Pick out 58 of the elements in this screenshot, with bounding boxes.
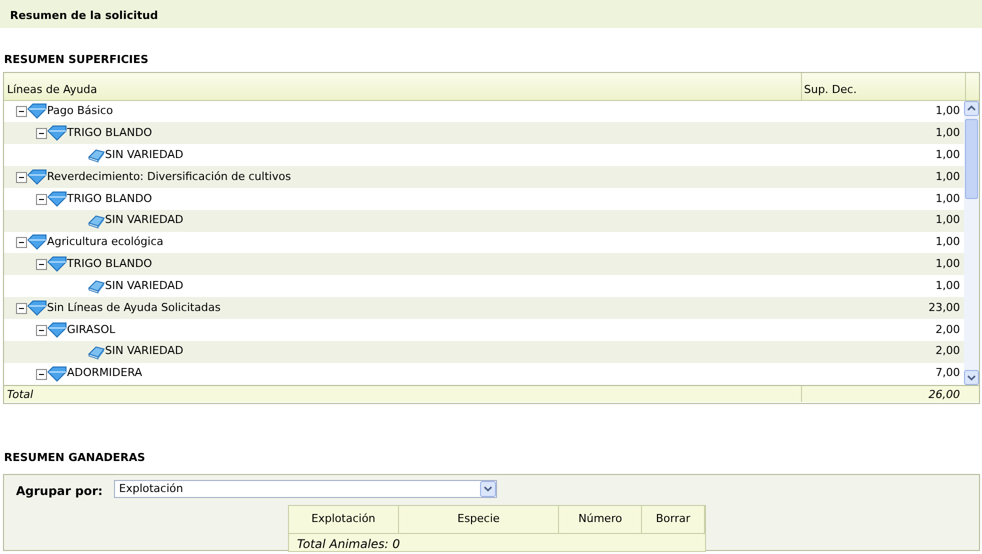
- diamond-icon: [47, 125, 67, 142]
- tree-node-label[interactable]: TRIGO BLANDO: [67, 256, 152, 273]
- diamond-icon: [27, 300, 47, 316]
- field-label: Agrupar por:: [15, 483, 104, 500]
- scrollbar[interactable]: [964, 100, 979, 384]
- scroll-up-icon[interactable]: [964, 100, 979, 116]
- tree-node-label[interactable]: SIN VARIEDAD: [105, 146, 184, 164]
- book-icon: [87, 344, 105, 360]
- total-animals: Total Animales: 0: [289, 533, 705, 551]
- collapse-icon[interactable]: [16, 103, 27, 120]
- tree-node-label[interactable]: Pago Básico: [47, 103, 113, 120]
- tree-node-label[interactable]: TRIGO BLANDO: [67, 125, 152, 142]
- page-title: Resumen de la solicitud: [0, 0, 982, 28]
- area-value: 1,00: [934, 256, 961, 272]
- diamond-icon: [27, 103, 47, 120]
- tree-node-label[interactable]: Agricultura ecológica: [47, 234, 164, 251]
- total-value: 26,00: [928, 386, 961, 402]
- book-icon: [87, 212, 105, 229]
- diamond-icon: [27, 234, 47, 250]
- area-value: 1,00: [934, 234, 961, 250]
- diamond-icon: [27, 168, 47, 185]
- area-value: 1,00: [934, 278, 961, 294]
- diamond-icon: [47, 322, 67, 338]
- section-heading: RESUMEN SUPERFICIES: [3, 52, 150, 68]
- column-header[interactable]: Líneas de Ayuda: [4, 72, 802, 100]
- area-value: 1,00: [934, 168, 961, 185]
- column-header[interactable]: Sup. Dec.: [802, 72, 966, 100]
- collapse-icon[interactable]: [36, 256, 47, 272]
- area-value: 7,00: [934, 365, 961, 382]
- tree-node-label[interactable]: SIN VARIEDAD: [105, 278, 184, 294]
- collapse-icon[interactable]: [36, 125, 47, 142]
- diamond-icon: [47, 366, 67, 382]
- book-icon: [87, 278, 105, 294]
- area-value: 1,00: [934, 103, 961, 120]
- area-value: 2,00: [934, 322, 961, 338]
- area-value: 1,00: [934, 125, 961, 142]
- collapse-icon[interactable]: [16, 234, 27, 250]
- diamond-icon: [47, 256, 67, 272]
- tree-node-label[interactable]: Sin Líneas de Ayuda Solicitadas: [47, 300, 221, 316]
- book-icon: [87, 147, 105, 164]
- total-label: Total: [4, 386, 802, 402]
- area-value: 2,00: [934, 343, 961, 360]
- area-value: 23,00: [928, 300, 961, 316]
- tree-node-label[interactable]: SIN VARIEDAD: [105, 212, 184, 229]
- area-value: 1,00: [934, 212, 961, 228]
- scrollbar-thumb[interactable]: [965, 118, 978, 198]
- area-value: 1,00: [934, 146, 961, 163]
- tree-node-label[interactable]: TRIGO BLANDO: [67, 190, 152, 208]
- collapse-icon[interactable]: [16, 300, 27, 316]
- tree-node-label[interactable]: SIN VARIEDAD: [105, 343, 184, 360]
- area-value: 1,00: [934, 190, 961, 207]
- section-heading: RESUMEN GANADERAS: [3, 450, 146, 466]
- tree-node-label[interactable]: Reverdecimiento: Diversificación de cultivos: [47, 168, 291, 186]
- tree-node-label[interactable]: GIRASOL: [67, 322, 116, 338]
- tree-node-label[interactable]: ADORMIDERA: [67, 365, 142, 382]
- scroll-down-icon[interactable]: [964, 370, 979, 384]
- group-by-dropdown[interactable]: Explotación: [114, 480, 497, 498]
- diamond-icon: [47, 190, 67, 207]
